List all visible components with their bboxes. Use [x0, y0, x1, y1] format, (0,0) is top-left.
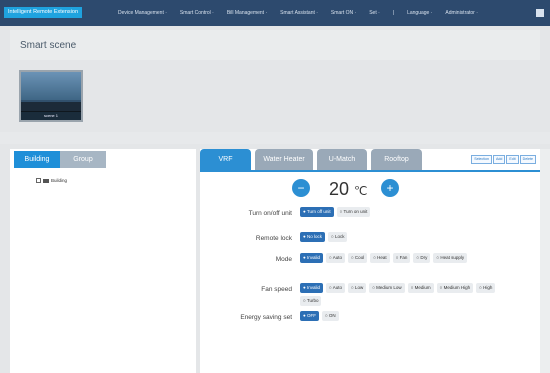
tab-vrf[interactable]: VRF: [200, 149, 251, 170]
control-label: Turn on/off unit: [248, 210, 292, 217]
option-button[interactable]: ○ ON: [321, 311, 339, 321]
page-title: Smart scene: [20, 40, 77, 51]
page-header: Smart scene: [10, 30, 540, 60]
tab-underline: [200, 170, 540, 172]
tree-node-label: Building: [51, 178, 68, 183]
location-panel: Building Group Building: [10, 149, 196, 373]
add-button[interactable]: Add: [493, 155, 506, 164]
action-buttons: Selection Add Edit Delete: [470, 155, 536, 164]
option-group: ● Invalid ○ Auto ○ Low ○ Medium Low ○ Medium…: [300, 283, 510, 309]
nav-bill-management[interactable]: Bill Management ·: [227, 9, 267, 17]
nav-administrator[interactable]: Administrator ·: [445, 9, 478, 17]
main-nav: Device Management · Smart Control · Bill…: [118, 9, 491, 17]
option-button[interactable]: ● Invalid: [300, 283, 323, 293]
device-control-panel: VRF Water Heater U-Match Rooftop Selecti…: [200, 149, 540, 373]
option-button[interactable]: ○ Medium Low: [369, 283, 405, 293]
option-button[interactable]: ○ Lock: [327, 232, 348, 242]
nav-set[interactable]: Set ·: [369, 9, 380, 17]
option-button[interactable]: ● OFF: [300, 311, 319, 321]
option-group: ● Invalid ○ Auto ○ Cool ○ Heat ○ Fan ○ Dry ○ H…: [300, 253, 510, 266]
option-button[interactable]: ○ Fan: [392, 253, 411, 263]
scene-label: scene 1: [21, 111, 81, 120]
tab-water-heater[interactable]: Water Heater: [255, 149, 313, 170]
tree-node-building[interactable]: Building: [36, 178, 67, 183]
scene-image: [21, 72, 81, 100]
option-button[interactable]: ● Invalid: [300, 253, 323, 263]
nav-smart-control[interactable]: Smart Control ·: [180, 9, 214, 17]
option-group: ● OFF ○ ON: [300, 311, 510, 324]
tab-building[interactable]: Building: [14, 151, 60, 168]
nav-smart-assistant[interactable]: Smart Assistant ·: [280, 9, 318, 17]
edit-button[interactable]: Edit: [506, 155, 519, 164]
option-button[interactable]: ○ Heat: [370, 253, 390, 263]
nav-smart-on[interactable]: Smart ON ·: [331, 9, 356, 17]
delete-button[interactable]: Delete: [519, 155, 536, 164]
scrollbar[interactable]: [540, 149, 550, 373]
section-divider: [0, 132, 550, 144]
option-button[interactable]: ○ Turn on unit: [336, 207, 371, 217]
option-button[interactable]: ○ Turbo: [300, 296, 322, 306]
temp-decrease-button[interactable]: −: [292, 179, 310, 197]
option-button[interactable]: ○ Auto: [325, 283, 345, 293]
tab-group[interactable]: Group: [60, 151, 106, 168]
tab-u-match[interactable]: U-Match: [317, 149, 367, 170]
scene-card[interactable]: scene 1: [19, 70, 83, 122]
temperature-unit: ℃: [354, 184, 368, 198]
option-button[interactable]: ○ Heat supply: [433, 253, 468, 263]
top-nav-bar: Intelligent Remote Extension Device Mana…: [0, 0, 550, 26]
selection-button[interactable]: Selection: [471, 155, 492, 164]
option-button[interactable]: ○ High: [476, 283, 496, 293]
app-brand[interactable]: Intelligent Remote Extension: [4, 7, 83, 18]
option-button[interactable]: ○ Dry: [413, 253, 431, 263]
menu-icon[interactable]: [536, 9, 544, 17]
temperature-value: 20: [329, 179, 350, 199]
control-label: Energy saving set: [240, 314, 292, 321]
temperature-setter: − 20 ℃ +: [292, 177, 402, 201]
control-label: Mode: [275, 256, 292, 263]
option-group: ● Turn off unit ○ Turn on unit: [300, 207, 510, 220]
control-label: Remote lock: [255, 235, 292, 242]
device-type-tabs: VRF Water Heater U-Match Rooftop: [200, 149, 426, 170]
option-button[interactable]: ● No lock: [300, 232, 325, 242]
nav-device-management[interactable]: Device Management ·: [118, 9, 167, 17]
checkbox-icon[interactable]: [36, 178, 41, 183]
option-button[interactable]: ● Turn off unit: [300, 207, 334, 217]
tab-rooftop[interactable]: Rooftop: [371, 149, 422, 170]
option-button[interactable]: ○ Auto: [325, 253, 345, 263]
nav-separator: |: [392, 10, 395, 16]
nav-language[interactable]: Language ·: [407, 9, 432, 17]
temperature-display: 20 ℃: [329, 177, 368, 203]
option-button[interactable]: ○ Low: [347, 283, 367, 293]
temp-increase-button[interactable]: +: [381, 179, 399, 197]
control-label: Fan speed: [261, 286, 292, 293]
option-button[interactable]: ○ Medium High: [436, 283, 474, 293]
option-button[interactable]: ○ Cool: [347, 253, 368, 263]
location-tabs: Building Group: [14, 151, 106, 168]
option-group: ● No lock ○ Lock: [300, 232, 510, 245]
folder-icon: [43, 178, 49, 183]
option-button[interactable]: ○ Medium: [407, 283, 434, 293]
